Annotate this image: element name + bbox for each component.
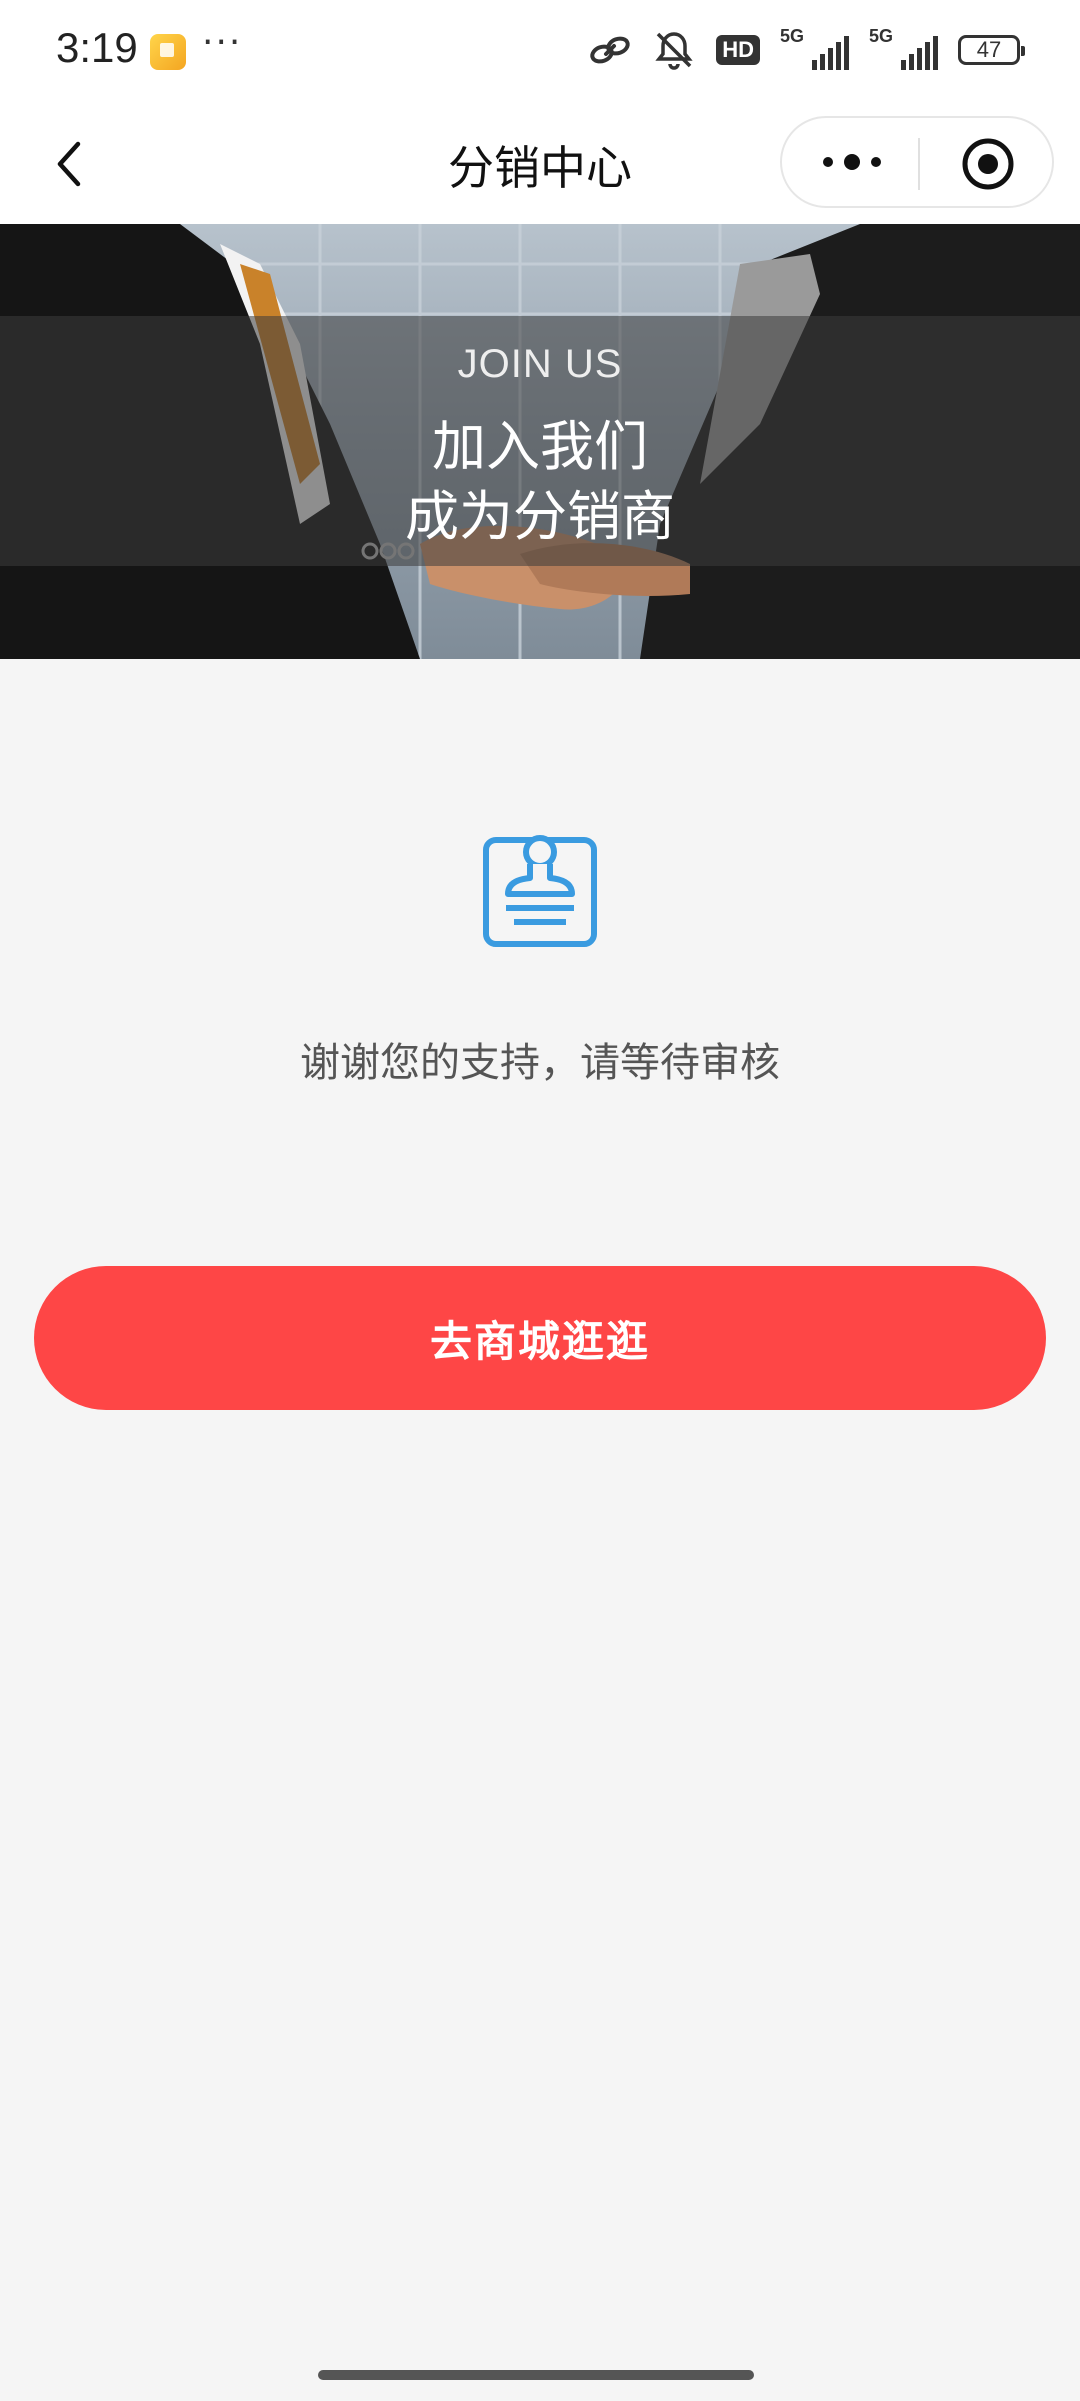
- link-icon: [590, 36, 630, 64]
- miniprogram-capsule: [780, 116, 1054, 208]
- join-us-banner: JOIN US 加入我们 成为分销商: [0, 224, 1080, 659]
- status-time: 3:19: [56, 24, 138, 71]
- battery-icon: 47: [958, 35, 1025, 65]
- home-indicator[interactable]: [318, 2370, 754, 2380]
- status-bar: 3:19 ··· HD 5G 5G 47: [0, 0, 1080, 104]
- go-to-mall-button[interactable]: 去商城逛逛: [34, 1266, 1046, 1410]
- close-miniprogram-icon[interactable]: [960, 136, 1016, 192]
- bell-muted-icon: [655, 32, 693, 70]
- signal-bars-icon: 5G: [780, 26, 849, 70]
- nav-bar: 分销中心: [0, 104, 1080, 224]
- banner-subtitle: JOIN US: [457, 342, 623, 386]
- status-more-icon: ···: [202, 22, 243, 63]
- signal-bars-icon-2: 5G: [869, 26, 938, 70]
- pending-review-message: 谢谢您的支持，请等待审核: [300, 1040, 780, 1086]
- capsule-divider: [918, 138, 920, 190]
- network-type-label: 5G: [780, 26, 805, 46]
- more-dots-icon[interactable]: [820, 146, 884, 178]
- notes-app-icon: [150, 34, 186, 70]
- banner-headline-2: 成为分销商: [405, 485, 675, 548]
- network-type-label-2: 5G: [869, 26, 894, 46]
- stamp-clipboard-icon: [483, 835, 597, 947]
- hd-voice-badge: HD: [716, 35, 760, 65]
- status-indicators: HD 5G 5G 47: [588, 26, 1025, 72]
- banner-headline-1: 加入我们: [432, 415, 648, 478]
